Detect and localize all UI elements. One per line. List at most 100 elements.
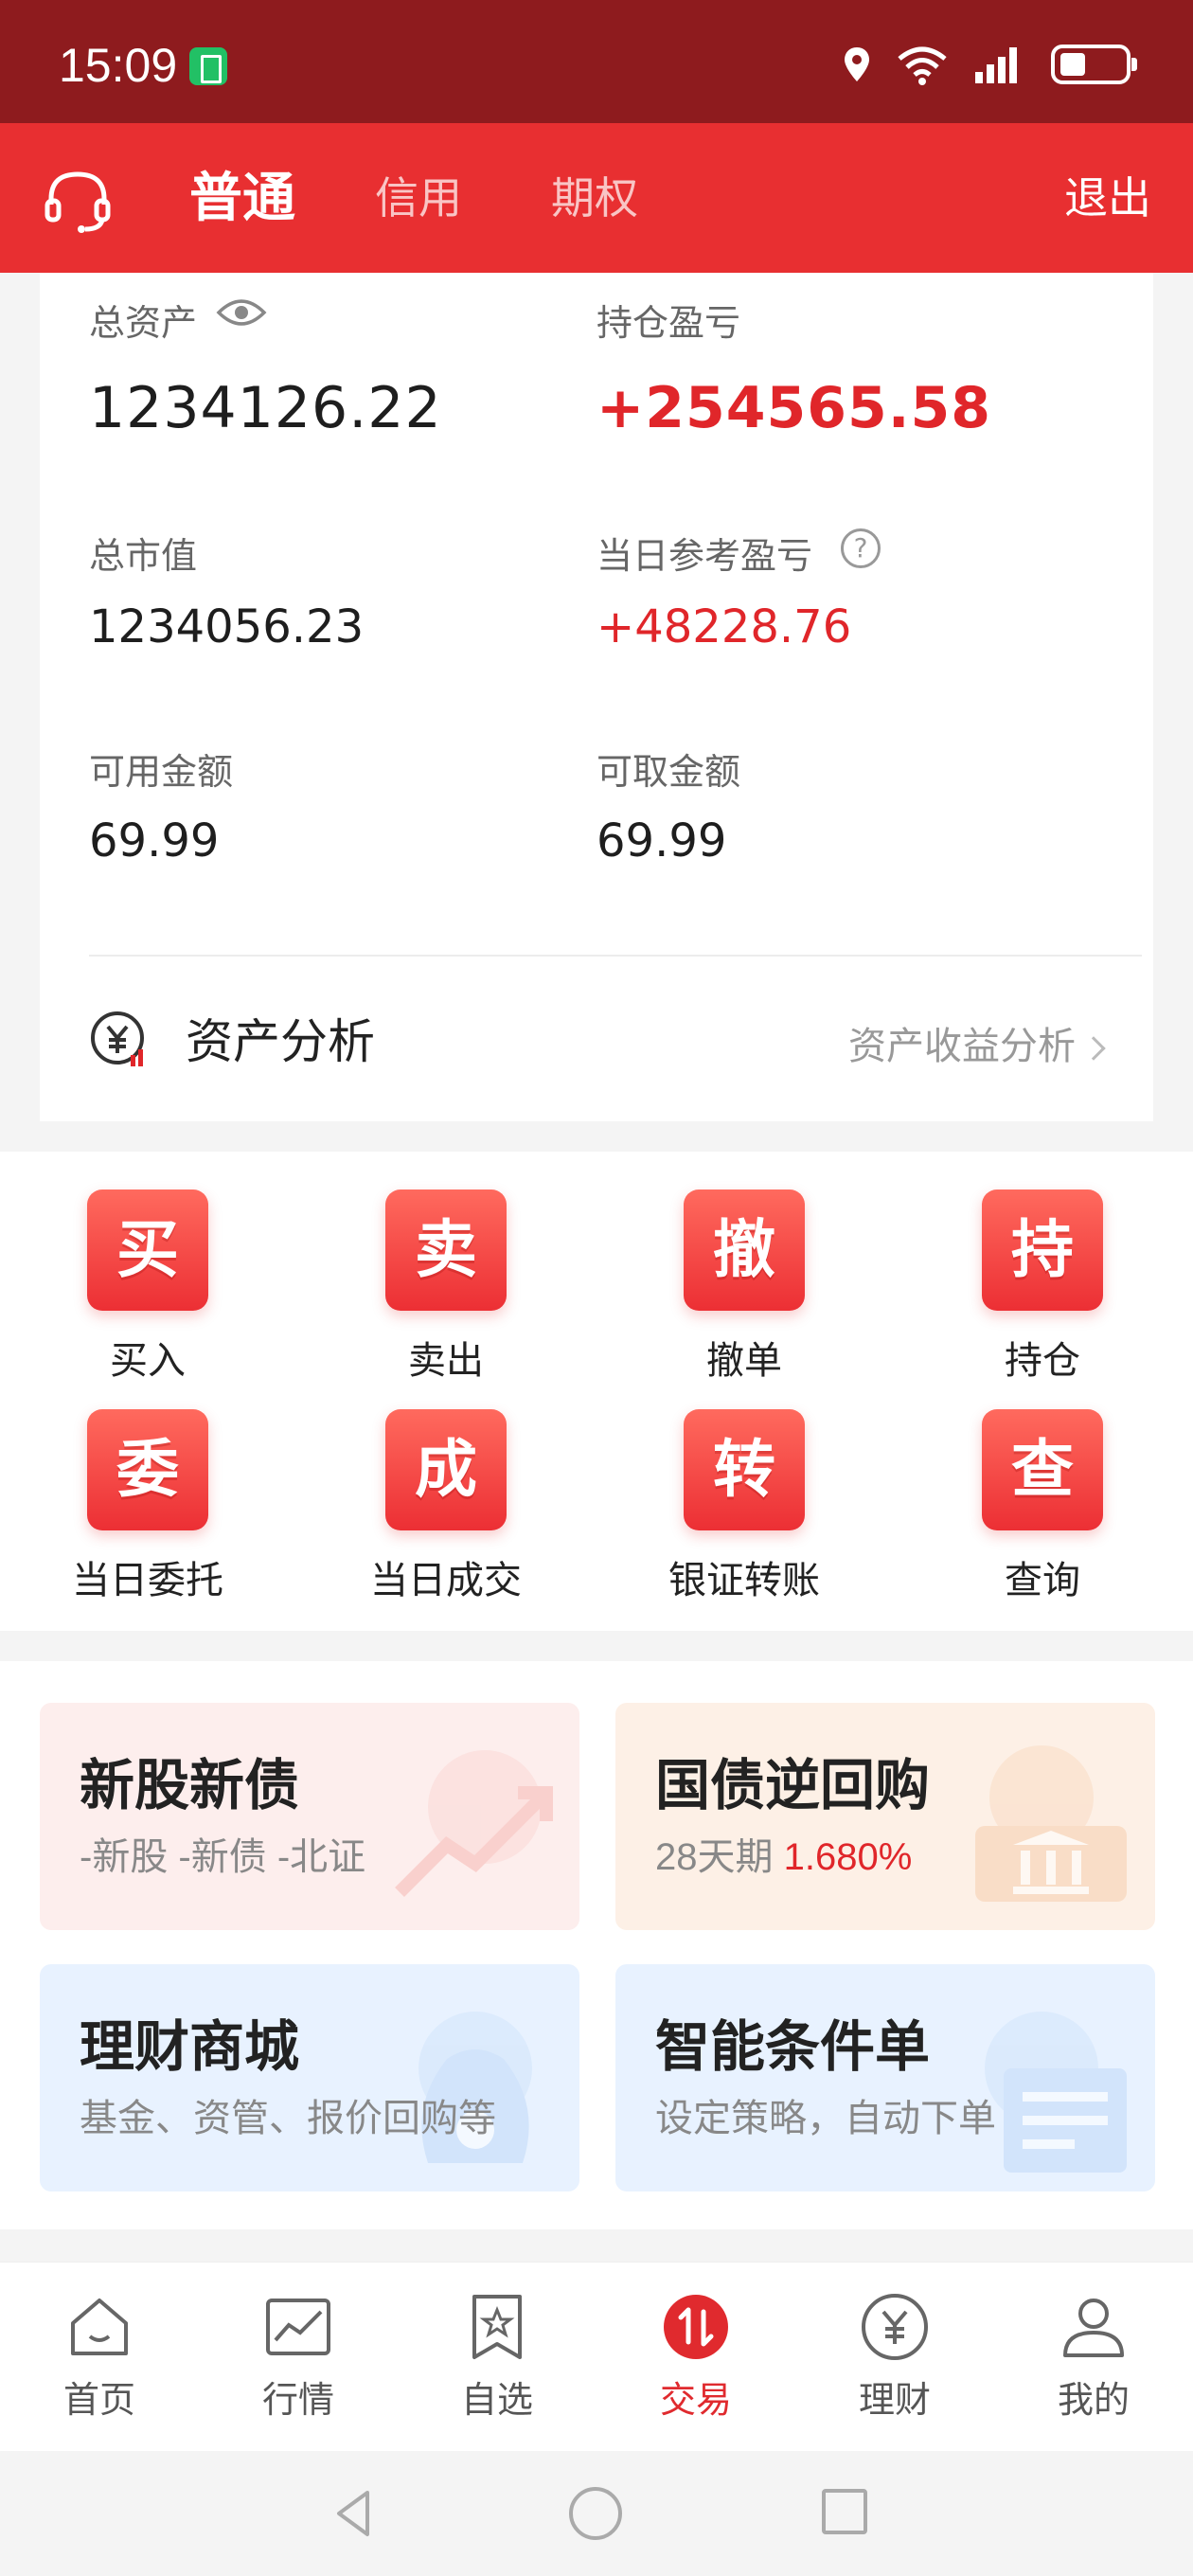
tabbar-label: 自选 [460, 2381, 533, 2421]
tabbar-label: 我的 [1057, 2381, 1130, 2421]
daily-pnl-value: +48228.76 [596, 600, 852, 653]
status-time: 15:09 [59, 39, 178, 92]
location-icon [845, 47, 869, 81]
asset-analysis-icon [91, 1011, 144, 1066]
tabbar-label: 交易 [659, 2381, 732, 2421]
recent-apps-icon[interactable] [822, 2489, 867, 2534]
asset-card: 总资产 1234126.22 持仓盈亏 +254565.58 总市值 12340… [40, 273, 1153, 1121]
logout-button[interactable]: 退出 [1064, 123, 1151, 273]
buy-icon: 买 [87, 1190, 208, 1311]
promo-title: 新股新债 [80, 1753, 300, 1817]
eye-icon[interactable] [216, 295, 267, 330]
wifi-icon [898, 46, 947, 85]
promo-subtitle: 设定策略，自动下单 [655, 2098, 996, 2139]
repo-rate: 1.680% [783, 1836, 913, 1878]
promo-smart-conditional-order[interactable]: 智能条件单 设定策略，自动下单 [615, 1964, 1155, 2191]
action-label: 当日成交 [370, 1560, 522, 1601]
tabbar-home[interactable]: 首页 [0, 2291, 199, 2423]
action-positions[interactable]: 持 持仓 [938, 1190, 1147, 1385]
trend-up-icon [395, 1750, 553, 1897]
action-label: 买入 [110, 1340, 186, 1382]
promo-title: 智能条件单 [655, 2014, 931, 2079]
action-today-orders[interactable]: 委 当日委托 [44, 1409, 252, 1604]
action-label: 银证转账 [668, 1560, 820, 1601]
repo-term: 28天期 [655, 1836, 784, 1878]
asset-income-analysis-label: 资产收益分析 [848, 1026, 1076, 1067]
action-label: 卖出 [408, 1340, 484, 1382]
available-label: 可用金额 [89, 753, 234, 793]
chart-icon [266, 2299, 330, 2355]
chevron-right-icon [1081, 1036, 1106, 1062]
tab-option[interactable]: 期权 [551, 123, 638, 273]
tab-normal[interactable]: 普通 [189, 123, 295, 273]
available-value: 69.99 [89, 814, 220, 868]
header: 普通 信用 期权 退出 [0, 123, 1193, 273]
promo-wealth-mall[interactable]: 理财商城 基金、资管、报价回购等 [40, 1964, 579, 2191]
system-nav-bar [0, 2451, 1193, 2576]
bank-transfer-icon: 转 [684, 1409, 805, 1530]
today-deals-icon: 成 [385, 1409, 507, 1530]
tabbar-label: 行情 [261, 2381, 334, 2421]
status-bar: 15:09 [0, 0, 1193, 123]
promo-new-issues[interactable]: 新股新债 -新股 -新债 -北证 [40, 1703, 579, 1930]
action-grid: 买 买入 卖 卖出 撤 撤单 持 持仓 委 当日委托 成 当日成交 转 银证转账… [0, 1152, 1193, 1631]
query-icon: 查 [982, 1409, 1103, 1530]
signal-icon [975, 47, 1017, 83]
tabbar-market[interactable]: 行情 [199, 2291, 398, 2423]
position-pnl-label: 持仓盈亏 [596, 304, 741, 344]
status-icons [843, 44, 1137, 85]
tabbar-watchlist[interactable]: 自选 [398, 2291, 596, 2423]
tab-credit[interactable]: 信用 [375, 123, 462, 273]
headset-icon[interactable] [42, 165, 114, 237]
action-query[interactable]: 查 查询 [938, 1409, 1147, 1604]
help-icon[interactable]: ? [841, 528, 881, 568]
promo-subtitle: -新股 -新债 -北证 [80, 1836, 366, 1878]
positions-icon: 持 [982, 1190, 1103, 1311]
action-label: 查询 [1005, 1560, 1080, 1601]
promo-subtitle: 基金、资管、报价回购等 [80, 2098, 496, 2139]
action-bank-transfer[interactable]: 转 银证转账 [640, 1409, 848, 1604]
withdrawable-value: 69.99 [596, 814, 727, 868]
promo-reverse-repo[interactable]: 国债逆回购 28天期 1.680% [615, 1703, 1155, 1930]
cancel-order-icon: 撤 [684, 1190, 805, 1311]
withdrawable-label: 可取金额 [596, 753, 741, 793]
action-cancel-order[interactable]: 撤 撤单 [640, 1190, 848, 1385]
tabbar-trade[interactable]: 交易 [596, 2291, 795, 2423]
tabbar-wealth[interactable]: 理财 [795, 2291, 994, 2423]
today-orders-icon: 委 [87, 1409, 208, 1530]
market-value-label: 总市值 [89, 537, 198, 577]
tabbar-label: 首页 [62, 2381, 135, 2421]
total-assets-label: 总资产 [89, 304, 198, 344]
market-value-value: 1234056.23 [89, 600, 365, 653]
action-label: 当日委托 [72, 1560, 223, 1601]
asset-analysis-title[interactable]: 资产分析 [186, 1004, 375, 1072]
action-label: 持仓 [1005, 1340, 1080, 1382]
action-buy[interactable]: 买 买入 [44, 1190, 252, 1385]
divider [89, 955, 1142, 957]
position-pnl-value: +254565.58 [596, 375, 992, 441]
asset-income-analysis-link[interactable]: 资产收益分析 [848, 1015, 1106, 1070]
total-assets-value: 1234126.22 [89, 375, 442, 441]
yuan-icon [862, 2294, 928, 2360]
promo-subtitle: 28天期 1.680% [655, 1826, 912, 1881]
action-today-deals[interactable]: 成 当日成交 [342, 1409, 550, 1604]
home-button-icon[interactable] [569, 2487, 622, 2540]
bookmark-star-icon [472, 2295, 522, 2359]
bank-icon [975, 1745, 1127, 1902]
promo-title: 国债逆回购 [655, 1753, 931, 1817]
back-icon[interactable] [326, 2485, 383, 2542]
tabbar-label: 理财 [858, 2381, 931, 2421]
promo-section: 新股新债 -新股 -新债 -北证 国债逆回购 28天期 1.680% 理财商城 … [0, 1661, 1193, 2229]
daily-pnl-label: 当日参考盈亏 [596, 537, 813, 577]
action-label: 撤单 [706, 1340, 782, 1382]
hourglass-app-icon [189, 47, 227, 85]
action-sell[interactable]: 卖 卖出 [342, 1190, 550, 1385]
bottom-tab-bar: 首页 行情 自选 交易 理财 我的 [0, 2262, 1193, 2451]
user-icon [1063, 2299, 1124, 2357]
home-icon [71, 2299, 128, 2355]
battery-icon [1051, 45, 1137, 84]
sell-icon: 卖 [385, 1190, 507, 1311]
promo-title: 理财商城 [80, 2014, 300, 2079]
tabbar-profile[interactable]: 我的 [994, 2291, 1193, 2423]
trade-icon [664, 2295, 728, 2359]
